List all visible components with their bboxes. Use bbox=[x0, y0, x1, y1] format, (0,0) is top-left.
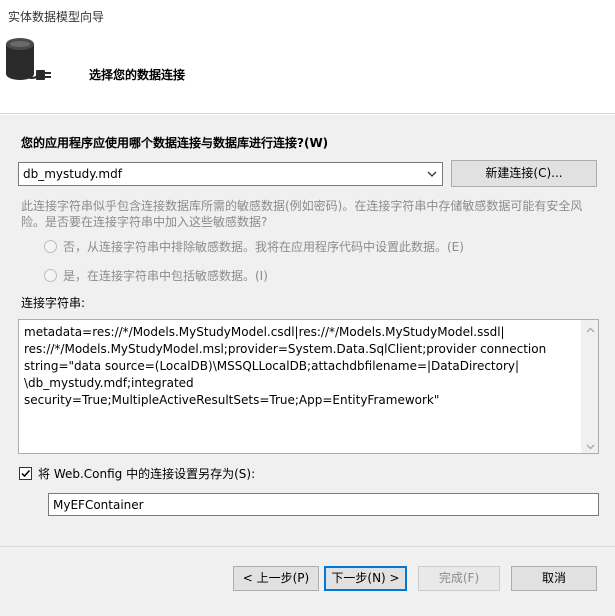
wizard-header: 选择您的数据连接 bbox=[0, 30, 615, 114]
radio-exclude[interactable] bbox=[44, 240, 57, 253]
database-connect-icon bbox=[4, 36, 56, 88]
new-connection-button[interactable]: 新建连接(C)... bbox=[451, 160, 597, 187]
scroll-down-icon[interactable] bbox=[586, 440, 595, 450]
radio-exclude-label: 否，从连接字符串中排除敏感数据。我将在应用程序代码中设置此数据。(E) bbox=[63, 240, 464, 254]
save-checkbox-label: 将 Web.Config 中的连接设置另存为(S): bbox=[38, 467, 256, 481]
include-sensitive-option[interactable]: 是，在连接字符串中包括敏感数据。(I) bbox=[44, 267, 268, 284]
radio-include-label: 是，在连接字符串中包括敏感数据。(I) bbox=[63, 269, 268, 283]
vertical-scrollbar[interactable] bbox=[581, 320, 598, 453]
window-title: 实体数据模型向导 bbox=[8, 10, 105, 24]
scroll-up-icon[interactable] bbox=[586, 324, 595, 333]
connection-string-text[interactable]: metadata=res://*/Models.MyStudyModel.csd… bbox=[24, 324, 576, 409]
connection-dropdown[interactable]: db_mystudy.mdf bbox=[18, 162, 443, 186]
back-button[interactable]: < 上一步(P) bbox=[233, 566, 319, 591]
sensitive-data-warning: 此连接字符串似乎包含连接数据库所需的敏感数据(例如密码)。在连接字符串中存储敏感… bbox=[21, 199, 583, 229]
connection-question: 您的应用程序应使用哪个数据连接与数据库进行连接?(W) bbox=[21, 136, 329, 150]
connection-dropdown-value: db_mystudy.mdf bbox=[23, 167, 122, 181]
title-bar: 实体数据模型向导 bbox=[0, 0, 615, 30]
finish-button[interactable]: 完成(F) bbox=[418, 566, 500, 591]
chevron-down-icon[interactable] bbox=[426, 168, 438, 180]
cancel-button[interactable]: 取消 bbox=[511, 566, 597, 591]
connection-string-box[interactable]: metadata=res://*/Models.MyStudyModel.csd… bbox=[18, 319, 599, 454]
container-name-field[interactable] bbox=[48, 493, 599, 516]
save-connection-option[interactable]: 将 Web.Config 中的连接设置另存为(S): bbox=[19, 465, 255, 482]
container-name-input[interactable] bbox=[49, 494, 598, 515]
connection-string-label: 连接字符串: bbox=[21, 296, 86, 310]
step-title: 选择您的数据连接 bbox=[89, 68, 186, 82]
exclude-sensitive-option[interactable]: 否，从连接字符串中排除敏感数据。我将在应用程序代码中设置此数据。(E) bbox=[44, 238, 464, 255]
save-checkbox[interactable] bbox=[19, 467, 32, 480]
radio-include[interactable] bbox=[44, 269, 57, 282]
next-button[interactable]: 下一步(N) > bbox=[324, 566, 407, 591]
